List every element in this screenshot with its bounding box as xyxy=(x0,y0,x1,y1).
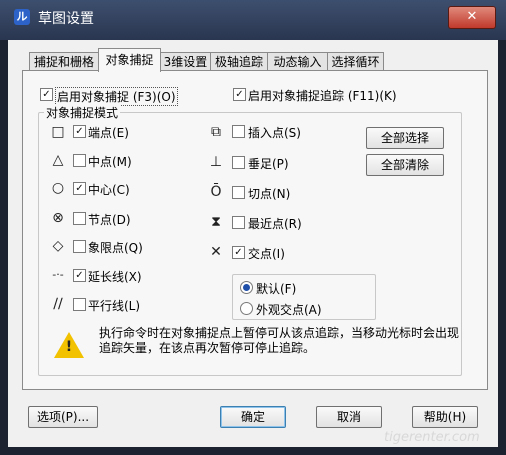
default-radio[interactable] xyxy=(240,281,253,294)
notice-text: 执行命令时在对象捕捉点上暂停可从该点追踪，当移动光标时会出现追踪矢量，在该点再次… xyxy=(99,326,460,355)
nearest-icon: ⧗ xyxy=(211,214,221,230)
cancel-button[interactable]: 取消 xyxy=(316,406,382,428)
app-icon: ル xyxy=(14,9,30,25)
center-checkbox[interactable]: ✓ xyxy=(73,182,86,195)
triangle-icon: △ xyxy=(52,152,64,168)
default-radio-label: 默认(F) xyxy=(256,282,297,296)
tab-snap-grid[interactable]: 捕捉和栅格 xyxy=(29,52,99,71)
tab-dynamic-input[interactable]: 动态输入 xyxy=(267,52,328,71)
endpoint-checkbox[interactable]: ✓ xyxy=(73,125,86,138)
snap-modes-title: 对象捕捉模式 xyxy=(44,104,121,121)
extension-checkbox[interactable]: ✓ xyxy=(73,269,86,282)
enable-tracking-checkbox[interactable]: ✓ xyxy=(233,88,246,101)
diamond-icon: ◇ xyxy=(52,238,64,254)
apparent-intersection-radio[interactable] xyxy=(240,302,253,315)
tangent-checkbox[interactable] xyxy=(232,186,245,199)
tab-selection-cycling[interactable]: 选择循环 xyxy=(327,52,384,71)
extension-label: 延长线(X) xyxy=(88,270,142,284)
window-title: 草图设置 xyxy=(38,11,94,27)
parallel-icon: ∕∕ xyxy=(53,296,63,312)
parallel-label: 平行线(L) xyxy=(88,299,141,313)
quadrant-label: 象限点(Q) xyxy=(88,241,143,255)
tangent-icon: Ō xyxy=(210,184,222,200)
circle-icon: ○ xyxy=(51,180,65,196)
extension-icon: -·- xyxy=(52,268,64,281)
ok-button[interactable]: 确定 xyxy=(220,406,286,428)
center-label: 中心(C) xyxy=(88,183,130,197)
insertion-checkbox[interactable] xyxy=(232,125,245,138)
endpoint-label: 端点(E) xyxy=(88,126,129,140)
midpoint-label: 中点(M) xyxy=(88,155,132,169)
perpendicular-label: 垂足(P) xyxy=(248,157,289,171)
tab-polar-tracking[interactable]: 极轴追踪 xyxy=(210,52,268,71)
intersection-label: 交点(I) xyxy=(248,247,285,261)
warning-mark: ! xyxy=(65,339,73,355)
nearest-label: 最近点(R) xyxy=(248,217,302,231)
intersection-icon: ✕ xyxy=(210,244,222,260)
tangent-label: 切点(N) xyxy=(248,187,291,201)
close-button[interactable]: ✕ xyxy=(448,6,496,29)
parallel-checkbox[interactable] xyxy=(73,298,86,311)
square-icon: □ xyxy=(51,124,65,140)
insert-icon: ⧉ xyxy=(211,124,221,140)
tab-object-snap[interactable]: 对象捕捉 xyxy=(98,48,161,72)
midpoint-checkbox[interactable] xyxy=(73,154,86,167)
title-bar: ル 草图设置 ✕ xyxy=(0,0,506,40)
watermark-text: tigerenter.com xyxy=(384,430,480,445)
node-label: 节点(D) xyxy=(88,213,131,227)
perpendicular-icon: ⊥ xyxy=(209,154,223,170)
node-icon: ⊗ xyxy=(52,210,64,226)
insertion-label: 插入点(S) xyxy=(248,126,301,140)
apparent-intersection-label: 外观交点(A) xyxy=(256,303,322,317)
help-button[interactable]: 帮助(H) xyxy=(412,406,478,428)
tab-3d-settings[interactable]: 3维设置 xyxy=(160,52,211,71)
enable-osnap-checkbox[interactable]: ✓ xyxy=(40,88,53,101)
options-button[interactable]: 选项(P)... xyxy=(28,406,98,428)
clear-all-button[interactable]: 全部清除 xyxy=(366,154,444,176)
perpendicular-checkbox[interactable] xyxy=(232,156,245,169)
nearest-checkbox[interactable] xyxy=(232,216,245,229)
intersection-checkbox[interactable]: ✓ xyxy=(232,246,245,259)
enable-tracking-label: 启用对象捕捉追踪 (F11)(K) xyxy=(248,89,397,103)
quadrant-checkbox[interactable] xyxy=(73,240,86,253)
select-all-button[interactable]: 全部选择 xyxy=(366,127,444,149)
node-checkbox[interactable] xyxy=(73,212,86,225)
